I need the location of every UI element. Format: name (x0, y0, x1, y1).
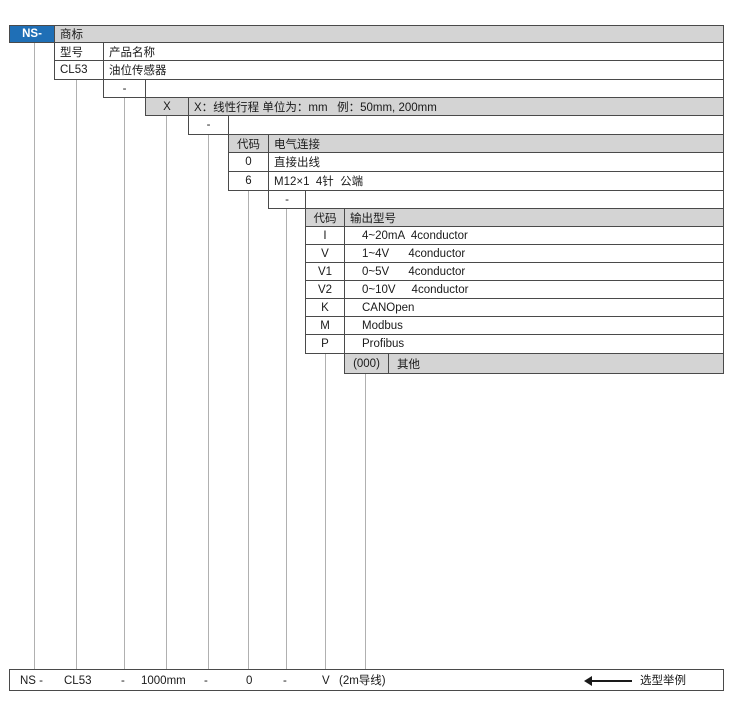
output-row-desc: 4~20mA 4conductor (362, 229, 468, 242)
output-row-desc: Profibus (362, 338, 405, 350)
electrical-title-cell: 电气连接 (268, 134, 724, 153)
electrical-row-desc: M12×1 4针 公端 (274, 176, 364, 188)
product-name-value: 油位传感器 (109, 65, 167, 77)
electrical-row-desc: 直接出线 (274, 157, 320, 169)
example-brand: NS - (20, 675, 43, 687)
example-electrical: 0 (246, 675, 253, 687)
stroke-desc-cell: X：线性行程 单位为：mm 例：50mm, 200mm (188, 97, 724, 116)
stroke-code: X (163, 100, 171, 113)
output-row-code-cell: P (305, 334, 345, 354)
example-dash: - (283, 675, 287, 687)
other-cell: (000) 其他 (344, 353, 724, 374)
dash-row-3-filler (305, 190, 724, 209)
guide-line-model (76, 79, 77, 669)
model-value: CL53 (60, 64, 88, 76)
guide-line-brand (34, 42, 35, 669)
model-label-cell: 型号 (54, 42, 104, 61)
output-row-code-cell: V2 (305, 280, 345, 299)
output-row-code: P (321, 338, 329, 350)
example-stroke: 1000mm (141, 675, 186, 687)
electrical-row-code-cell: 0 (228, 152, 269, 172)
guide-line-stroke (166, 115, 167, 669)
output-row-code: K (321, 301, 329, 314)
output-row-code-cell: K (305, 298, 345, 317)
stroke-code-cell: X (145, 97, 189, 116)
output-row-desc-cell: CANOpen (344, 298, 724, 317)
output-row-desc: 1~4V 4conductor (362, 247, 466, 260)
dash-row-1-filler (145, 79, 724, 98)
product-name-label-cell: 产品名称 (103, 42, 724, 61)
brand-label-cell: 商标 (54, 25, 724, 43)
output-row-desc-cell: 0~5V 4conductor (344, 262, 724, 281)
dash-cell-1: - (103, 79, 146, 98)
electrical-row-code: 6 (245, 175, 252, 187)
output-row-desc: 0~5V 4conductor (362, 265, 466, 278)
dash-2: - (206, 119, 211, 131)
output-row-desc-cell: Profibus (344, 334, 724, 354)
output-row-desc-cell: 0~10V 4conductor (344, 280, 724, 299)
electrical-code-header-cell: 代码 (228, 134, 269, 153)
dash-3: - (285, 193, 289, 206)
example-model: CL53 (64, 675, 92, 687)
output-row-desc: Modbus (362, 319, 403, 332)
output-row-code: V2 (317, 283, 333, 296)
electrical-row-desc-cell: 直接出线 (268, 152, 724, 172)
output-row-code: V (321, 247, 329, 260)
guide-line-output (325, 353, 326, 669)
electrical-row-code: 0 (245, 156, 252, 168)
model-value-cell: CL53 (54, 60, 104, 80)
brand-code-cell: NS- (9, 25, 55, 43)
output-row-code-cell: M (305, 316, 345, 335)
dash-cell-3: - (268, 190, 306, 209)
output-row-code: I (323, 229, 327, 242)
electrical-title: 电气连接 (274, 138, 320, 151)
brand-code: NS- (22, 28, 42, 40)
product-name-value-cell: 油位传感器 (103, 60, 724, 80)
electrical-row-desc-cell: M12×1 4针 公端 (268, 171, 724, 191)
dash-1: - (122, 82, 127, 95)
output-row-desc-cell: 1~4V 4conductor (344, 244, 724, 263)
guide-line-dash2 (208, 134, 209, 669)
output-row-code: M (320, 319, 330, 332)
output-row-desc: 0~10V 4conductor (362, 283, 469, 296)
other-code: (000) (353, 357, 380, 370)
example-dash: - (121, 675, 125, 687)
brand-label: 商标 (60, 29, 83, 41)
guide-line-other (365, 373, 366, 669)
output-row-desc-cell: Modbus (344, 316, 724, 335)
output-row-code-cell: V (305, 244, 345, 263)
electrical-code-header: 代码 (237, 138, 260, 151)
output-code-header-cell: 代码 (305, 208, 345, 227)
other-label: 其他 (397, 358, 420, 371)
output-title-cell: 输出型号 (344, 208, 724, 227)
guide-line-dash1 (124, 97, 125, 669)
output-title: 输出型号 (350, 212, 396, 225)
output-row-desc-cell: 4~20mA 4conductor (344, 226, 724, 245)
output-row-desc: CANOpen (362, 301, 415, 314)
output-code-header: 代码 (313, 212, 337, 225)
output-row-code-cell: I (305, 226, 345, 245)
output-row-code: V1 (317, 265, 333, 278)
example-output: V (322, 675, 330, 687)
model-label: 型号 (60, 46, 83, 59)
output-row-code-cell: V1 (305, 262, 345, 281)
stroke-desc: X：线性行程 单位为：mm 例：50mm, 200mm (194, 101, 437, 114)
example-cable-note: (2m导线) (339, 675, 386, 687)
guide-line-electrical (248, 190, 249, 669)
example-caption: 选型举例 (640, 675, 686, 687)
guide-line-dash3 (286, 208, 287, 669)
electrical-row-code-cell: 6 (228, 171, 269, 191)
dash-row-2-filler (228, 115, 724, 135)
example-dash: - (204, 675, 208, 687)
dash-cell-2: - (188, 115, 229, 135)
left-arrow-icon (584, 676, 632, 686)
product-name-label: 产品名称 (109, 46, 155, 59)
